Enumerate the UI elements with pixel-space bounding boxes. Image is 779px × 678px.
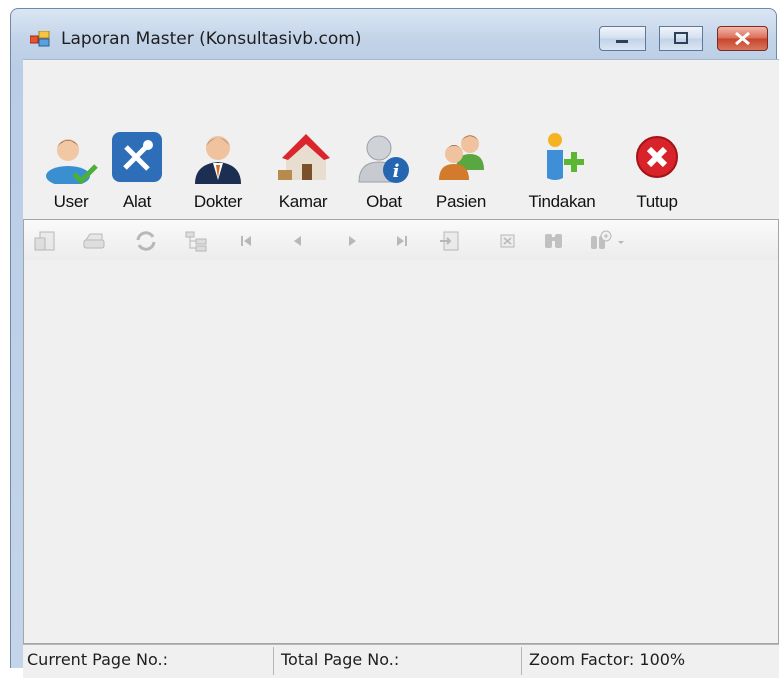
maximize-icon	[674, 32, 688, 44]
group-tree-icon[interactable]	[184, 230, 208, 252]
close-icon	[735, 31, 750, 46]
tutup-button[interactable]: Tutup	[627, 130, 687, 212]
main-toolbar: User Alat Dokter Kamar i Obat Pasien Tin…	[23, 60, 779, 218]
previous-page-icon[interactable]	[286, 230, 310, 252]
tutup-label: Tutup	[636, 192, 678, 211]
goto-page-icon[interactable]	[438, 230, 462, 252]
export-icon[interactable]	[34, 230, 58, 252]
tindakan-button[interactable]: Tindakan	[519, 130, 605, 212]
user-check-icon	[46, 139, 98, 184]
client-area: User Alat Dokter Kamar i Obat Pasien Tin…	[23, 59, 779, 678]
pasien-button[interactable]: Pasien	[429, 130, 493, 212]
report-viewer[interactable]	[23, 219, 779, 644]
user-button[interactable]: User	[41, 130, 101, 212]
zoom-icon[interactable]	[588, 230, 628, 252]
house-icon	[278, 134, 330, 180]
obat-label: Obat	[366, 192, 402, 211]
maximize-button[interactable]	[659, 26, 703, 51]
tools-icon	[112, 132, 162, 182]
user-info-icon: i	[358, 135, 409, 183]
next-page-icon[interactable]	[340, 230, 364, 252]
close-button[interactable]	[717, 26, 768, 51]
app-icon	[30, 31, 50, 47]
dokter-label: Dokter	[193, 192, 243, 211]
window-title: Laporan Master (Konsultasivb.com)	[61, 29, 362, 49]
alat-label: Alat	[122, 192, 152, 211]
doctor-icon	[195, 136, 241, 184]
first-page-icon[interactable]	[234, 230, 258, 252]
obat-button[interactable]: i Obat	[357, 130, 411, 212]
zoom-factor-status: Zoom Factor: 100%	[529, 650, 686, 669]
status-bar: Current Page No.: Total Page No.: Zoom F…	[23, 644, 779, 677]
kamar-label: Kamar	[278, 192, 328, 211]
refresh-icon[interactable]	[134, 230, 158, 252]
find-icon[interactable]	[542, 230, 566, 252]
status-divider	[521, 647, 522, 675]
svg-text:i: i	[393, 161, 400, 182]
title-bar[interactable]: Laporan Master (Konsultasivb.com)	[11, 9, 776, 57]
pasien-label: Pasien	[435, 192, 487, 211]
user-label: User	[53, 192, 89, 211]
total-page-status: Total Page No.:	[281, 650, 400, 669]
main-window: Laporan Master (Konsultasivb.com) User A…	[10, 8, 779, 678]
last-page-icon[interactable]	[390, 230, 414, 252]
patients-icon	[439, 135, 484, 180]
stop-icon[interactable]	[496, 230, 520, 252]
minimize-button[interactable]	[599, 26, 646, 51]
print-icon[interactable]	[82, 230, 106, 252]
current-page-status: Current Page No.:	[27, 650, 168, 669]
kamar-button[interactable]: Kamar	[269, 130, 337, 212]
add-person-icon	[547, 133, 584, 180]
status-divider	[273, 647, 274, 675]
viewer-toolbar	[24, 220, 778, 260]
close-circle-icon	[636, 136, 678, 178]
minimize-icon	[616, 40, 628, 43]
alat-button[interactable]: Alat	[109, 130, 165, 212]
dokter-button[interactable]: Dokter	[185, 130, 251, 212]
tindakan-label: Tindakan	[528, 192, 596, 211]
